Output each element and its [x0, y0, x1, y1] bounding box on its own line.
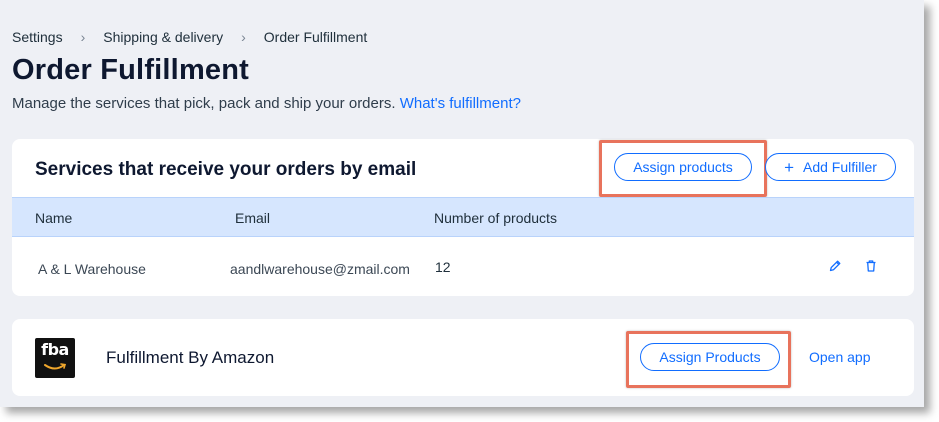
- add-fulfiller-button[interactable]: + Add Fulfiller: [765, 153, 896, 181]
- assign-products-button[interactable]: Assign products: [614, 153, 752, 181]
- fulfiller-email: aandlwarehouse@zmail.com: [230, 261, 410, 277]
- column-header-name: Name: [35, 210, 73, 226]
- whats-fulfillment-link[interactable]: What's fulfillment?: [400, 95, 521, 112]
- column-header-email: Email: [235, 210, 271, 226]
- app-frame: Settings › Shipping & delivery › Order F…: [0, 0, 924, 407]
- fba-logo-text: fba: [41, 340, 69, 359]
- email-services-heading: Services that receive your orders by ema…: [35, 159, 417, 180]
- chevron-right-icon: ›: [241, 29, 246, 45]
- table-row[interactable]: A & L Warehouse aandlwarehouse@zmail.com…: [12, 237, 914, 296]
- breadcrumb: Settings › Shipping & delivery › Order F…: [12, 29, 367, 45]
- page-subtitle: Manage the services that pick, pack and …: [12, 95, 521, 112]
- breadcrumb-settings[interactable]: Settings: [12, 29, 63, 45]
- row-actions: [828, 259, 878, 273]
- breadcrumb-shipping-delivery[interactable]: Shipping & delivery: [103, 29, 223, 45]
- fba-service-name: Fulfillment By Amazon: [106, 348, 275, 367]
- table-header: Name Email Number of products: [12, 197, 914, 237]
- plus-icon: +: [784, 157, 794, 177]
- edit-pencil-icon[interactable]: [828, 259, 842, 273]
- email-services-card: Services that receive your orders by ema…: [12, 139, 914, 296]
- assign-products-fba-button[interactable]: Assign Products: [640, 343, 780, 371]
- chevron-right-icon: ›: [80, 29, 86, 45]
- delete-trash-icon[interactable]: [864, 259, 878, 273]
- fba-logo: fba: [35, 338, 75, 378]
- subtitle-text: Manage the services that pick, pack and …: [12, 95, 396, 112]
- product-count: 12: [435, 259, 451, 275]
- fulfiller-name: A & L Warehouse: [38, 261, 146, 277]
- column-header-number-of-products: Number of products: [434, 210, 557, 226]
- open-app-link[interactable]: Open app: [809, 349, 871, 365]
- breadcrumb-order-fulfillment: Order Fulfillment: [263, 29, 368, 45]
- fba-card: fba Fulfillment By Amazon Assign Product…: [12, 319, 914, 396]
- amazon-smile-icon: [44, 363, 67, 370]
- add-fulfiller-label: Add Fulfiller: [803, 159, 877, 175]
- page-title: Order Fulfillment: [12, 54, 250, 86]
